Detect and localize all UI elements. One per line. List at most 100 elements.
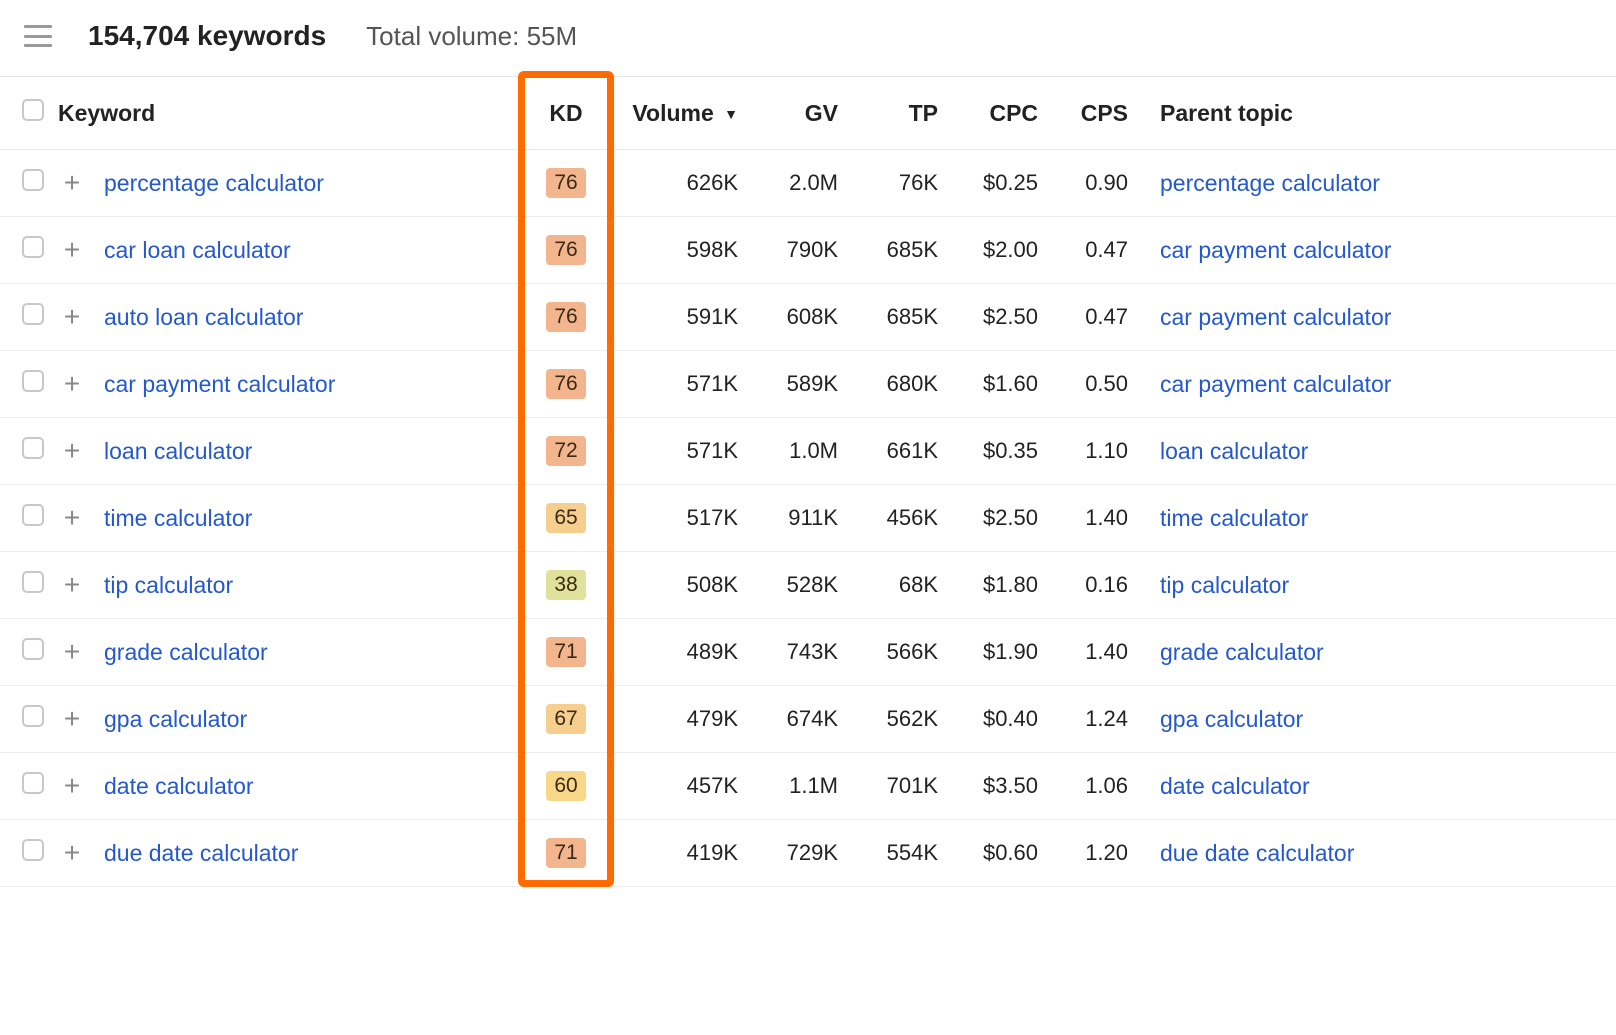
keyword-link[interactable]: due date calculator: [104, 840, 298, 866]
expand-icon[interactable]: +: [58, 571, 86, 599]
volume-cell: 571K: [606, 418, 746, 485]
keyword-link[interactable]: gpa calculator: [104, 706, 247, 732]
row-checkbox[interactable]: [22, 370, 44, 392]
expand-icon[interactable]: +: [58, 705, 86, 733]
row-checkbox[interactable]: [22, 638, 44, 660]
volume-cell: 626K: [606, 150, 746, 217]
cps-cell: 1.20: [1046, 820, 1136, 887]
keyword-link[interactable]: auto loan calculator: [104, 304, 303, 330]
tp-cell: 685K: [846, 217, 946, 284]
keyword-link[interactable]: percentage calculator: [104, 170, 324, 196]
sort-desc-icon: ▼: [724, 106, 738, 122]
cps-cell: 1.06: [1046, 753, 1136, 820]
row-checkbox[interactable]: [22, 169, 44, 191]
table-row: +gpa calculator67479K674K562K$0.401.24gp…: [0, 686, 1616, 753]
tp-cell: 685K: [846, 284, 946, 351]
col-gv[interactable]: GV: [746, 77, 846, 150]
gv-cell: 790K: [746, 217, 846, 284]
kd-badge: 72: [546, 436, 585, 466]
col-kd[interactable]: KD: [526, 77, 606, 150]
tp-cell: 661K: [846, 418, 946, 485]
expand-icon[interactable]: +: [58, 839, 86, 867]
table-row: +date calculator60457K1.1M701K$3.501.06d…: [0, 753, 1616, 820]
col-keyword[interactable]: Keyword: [50, 77, 526, 150]
keyword-link[interactable]: tip calculator: [104, 572, 233, 598]
row-checkbox[interactable]: [22, 705, 44, 727]
parent-topic-link[interactable]: car payment calculator: [1160, 304, 1391, 330]
parent-topic-link[interactable]: time calculator: [1160, 505, 1308, 531]
table-row: +percentage calculator76626K2.0M76K$0.25…: [0, 150, 1616, 217]
row-checkbox[interactable]: [22, 772, 44, 794]
volume-cell: 598K: [606, 217, 746, 284]
row-checkbox[interactable]: [22, 571, 44, 593]
col-tp[interactable]: TP: [846, 77, 946, 150]
table-row: +tip calculator38508K528K68K$1.800.16tip…: [0, 552, 1616, 619]
tp-cell: 562K: [846, 686, 946, 753]
tp-cell: 68K: [846, 552, 946, 619]
cpc-cell: $0.60: [946, 820, 1046, 887]
parent-topic-link[interactable]: percentage calculator: [1160, 170, 1380, 196]
expand-icon[interactable]: +: [58, 370, 86, 398]
keyword-link[interactable]: car payment calculator: [104, 371, 335, 397]
expand-icon[interactable]: +: [58, 169, 86, 197]
col-cps[interactable]: CPS: [1046, 77, 1136, 150]
parent-topic-link[interactable]: grade calculator: [1160, 639, 1324, 665]
table-row: +car payment calculator76571K589K680K$1.…: [0, 351, 1616, 418]
expand-icon[interactable]: +: [58, 303, 86, 331]
parent-topic-link[interactable]: car payment calculator: [1160, 237, 1391, 263]
keywords-table-wrap: Keyword KD Volume ▼ GV TP CPC CPS Parent…: [0, 77, 1616, 887]
volume-cell: 517K: [606, 485, 746, 552]
parent-topic-link[interactable]: gpa calculator: [1160, 706, 1303, 732]
table-row: +due date calculator71419K729K554K$0.601…: [0, 820, 1616, 887]
kd-badge: 38: [546, 570, 585, 600]
gv-cell: 911K: [746, 485, 846, 552]
cpc-cell: $2.50: [946, 485, 1046, 552]
keyword-link[interactable]: date calculator: [104, 773, 254, 799]
parent-topic-link[interactable]: loan calculator: [1160, 438, 1308, 464]
cpc-cell: $1.90: [946, 619, 1046, 686]
cpc-cell: $1.60: [946, 351, 1046, 418]
menu-icon[interactable]: [24, 25, 52, 47]
col-parent-topic[interactable]: Parent topic: [1136, 77, 1616, 150]
keyword-link[interactable]: time calculator: [104, 505, 252, 531]
select-all-checkbox[interactable]: [22, 99, 44, 121]
kd-badge: 65: [546, 503, 585, 533]
cpc-cell: $0.25: [946, 150, 1046, 217]
gv-cell: 743K: [746, 619, 846, 686]
cps-cell: 1.10: [1046, 418, 1136, 485]
tp-cell: 456K: [846, 485, 946, 552]
parent-topic-link[interactable]: due date calculator: [1160, 840, 1354, 866]
cps-cell: 0.90: [1046, 150, 1136, 217]
parent-topic-link[interactable]: tip calculator: [1160, 572, 1289, 598]
col-cpc[interactable]: CPC: [946, 77, 1046, 150]
keyword-link[interactable]: car loan calculator: [104, 237, 291, 263]
keyword-link[interactable]: loan calculator: [104, 438, 252, 464]
gv-cell: 2.0M: [746, 150, 846, 217]
row-checkbox[interactable]: [22, 303, 44, 325]
row-checkbox[interactable]: [22, 504, 44, 526]
expand-icon[interactable]: +: [58, 772, 86, 800]
row-checkbox[interactable]: [22, 839, 44, 861]
header-row: Keyword KD Volume ▼ GV TP CPC CPS Parent…: [0, 77, 1616, 150]
cps-cell: 0.47: [1046, 217, 1136, 284]
parent-topic-link[interactable]: car payment calculator: [1160, 371, 1391, 397]
col-volume[interactable]: Volume ▼: [606, 77, 746, 150]
tp-cell: 76K: [846, 150, 946, 217]
cpc-cell: $2.50: [946, 284, 1046, 351]
cpc-cell: $1.80: [946, 552, 1046, 619]
row-checkbox[interactable]: [22, 437, 44, 459]
expand-icon[interactable]: +: [58, 638, 86, 666]
expand-icon[interactable]: +: [58, 236, 86, 264]
kd-badge: 60: [546, 771, 585, 801]
expand-icon[interactable]: +: [58, 437, 86, 465]
kd-badge: 76: [546, 235, 585, 265]
expand-icon[interactable]: +: [58, 504, 86, 532]
gv-cell: 1.1M: [746, 753, 846, 820]
gv-cell: 729K: [746, 820, 846, 887]
cpc-cell: $2.00: [946, 217, 1046, 284]
parent-topic-link[interactable]: date calculator: [1160, 773, 1310, 799]
row-checkbox[interactable]: [22, 236, 44, 258]
keyword-link[interactable]: grade calculator: [104, 639, 268, 665]
volume-cell: 479K: [606, 686, 746, 753]
volume-cell: 591K: [606, 284, 746, 351]
